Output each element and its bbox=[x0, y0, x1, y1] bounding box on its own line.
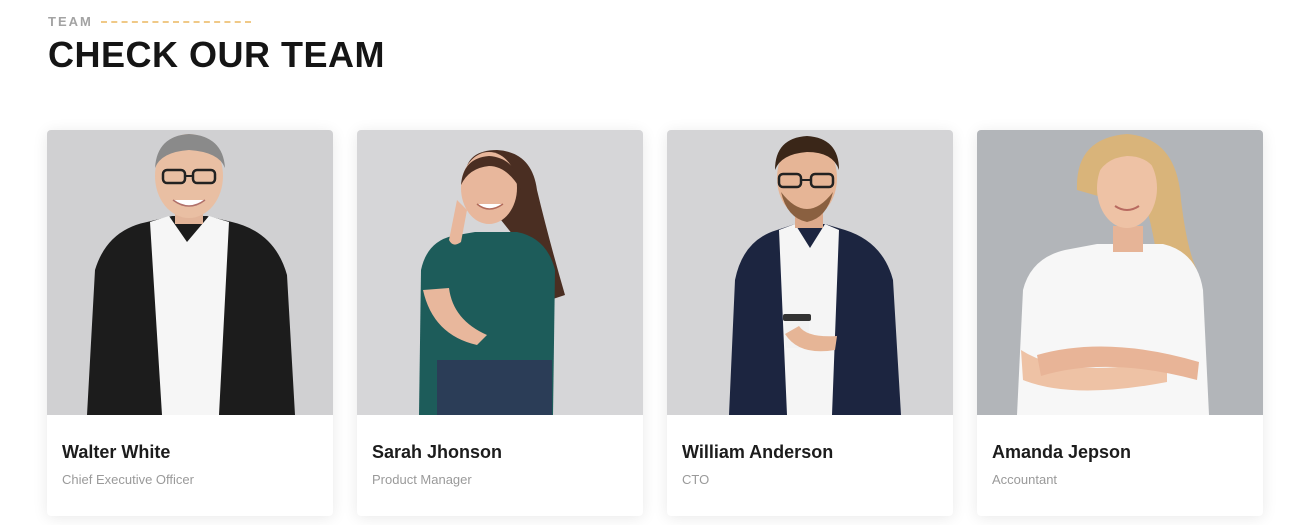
eyebrow-dashed-line bbox=[100, 21, 251, 23]
team-member-card[interactable]: William Anderson CTO bbox=[667, 130, 953, 516]
team-cards: Walter White Chief Executive Officer Sar… bbox=[47, 130, 1263, 516]
eyebrow-label: TEAM bbox=[48, 14, 93, 29]
member-photo bbox=[47, 130, 333, 415]
member-role: Product Manager bbox=[372, 472, 472, 487]
member-role: Accountant bbox=[992, 472, 1058, 487]
member-photo bbox=[977, 130, 1263, 415]
section-title: CHECK OUR TEAM bbox=[48, 34, 385, 75]
member-photo bbox=[357, 130, 643, 415]
section-eyebrow: TEAM bbox=[48, 15, 251, 29]
member-name: William Anderson bbox=[682, 442, 834, 462]
member-photo bbox=[667, 130, 953, 415]
team-section: TEAM CHECK OUR TEAM Walter White Chief E… bbox=[0, 0, 1310, 525]
team-member-card[interactable]: Amanda Jepson Accountant bbox=[977, 130, 1263, 516]
member-role: Chief Executive Officer bbox=[62, 472, 194, 487]
member-name: Sarah Jhonson bbox=[372, 442, 503, 462]
team-member-card[interactable]: Sarah Jhonson Product Manager bbox=[357, 130, 643, 516]
member-name: Walter White bbox=[62, 442, 171, 462]
member-role: CTO bbox=[682, 472, 710, 487]
team-member-card[interactable]: Walter White Chief Executive Officer bbox=[47, 130, 333, 516]
member-name: Amanda Jepson bbox=[992, 442, 1132, 462]
